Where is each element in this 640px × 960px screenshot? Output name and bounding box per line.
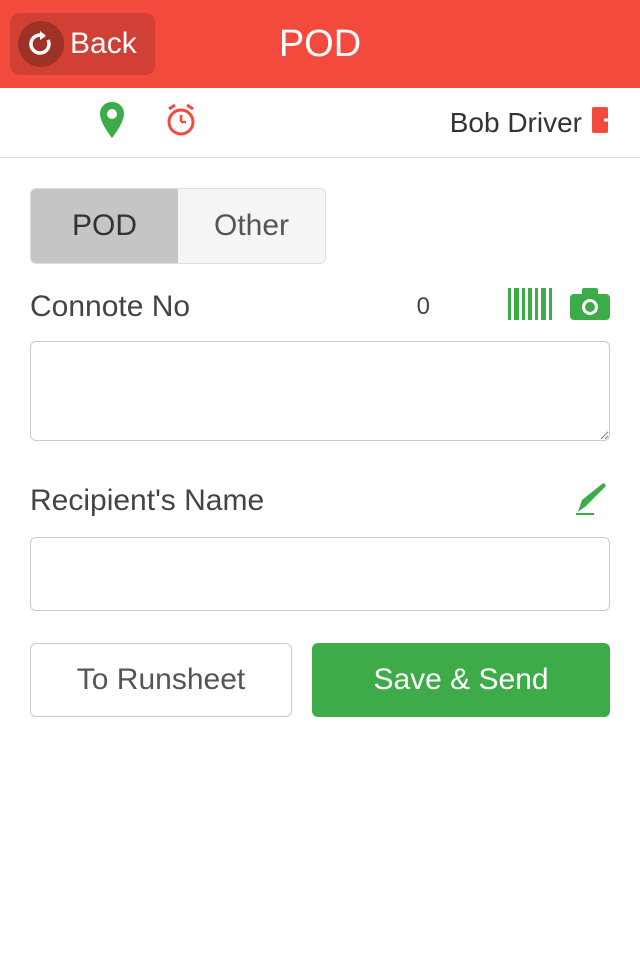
- button-row: To Runsheet Save & Send: [30, 643, 610, 717]
- page-title: POD: [279, 23, 361, 66]
- username-label: Bob Driver: [450, 107, 582, 139]
- connote-input[interactable]: [30, 341, 610, 441]
- alarm-clock-icon[interactable]: [164, 103, 198, 142]
- back-label: Back: [70, 27, 137, 61]
- logout-icon[interactable]: [590, 105, 620, 140]
- back-button[interactable]: Back: [10, 13, 155, 75]
- tab-other[interactable]: Other: [178, 189, 325, 263]
- user-section: Bob Driver: [450, 105, 620, 140]
- connote-count: 0: [417, 293, 430, 321]
- tab-pod[interactable]: POD: [31, 189, 178, 263]
- signature-pen-icon[interactable]: [574, 480, 610, 521]
- save-send-button[interactable]: Save & Send: [312, 643, 610, 717]
- location-pin-icon[interactable]: [100, 102, 124, 143]
- camera-icon[interactable]: [570, 288, 610, 325]
- tab-group: POD Other: [30, 188, 326, 264]
- barcode-icon[interactable]: [508, 288, 552, 325]
- recipient-label: Recipient's Name: [30, 484, 574, 518]
- main-content: POD Other Connote No 0: [0, 158, 640, 747]
- sub-icons: [100, 102, 198, 143]
- recipient-input[interactable]: [30, 537, 610, 611]
- connote-label: Connote No: [30, 290, 417, 324]
- connote-row: Connote No 0: [30, 288, 610, 325]
- sub-header: Bob Driver: [0, 88, 640, 158]
- back-icon: [18, 21, 64, 67]
- recipient-row: Recipient's Name: [30, 480, 610, 521]
- app-header: Back POD: [0, 0, 640, 88]
- to-runsheet-button[interactable]: To Runsheet: [30, 643, 292, 717]
